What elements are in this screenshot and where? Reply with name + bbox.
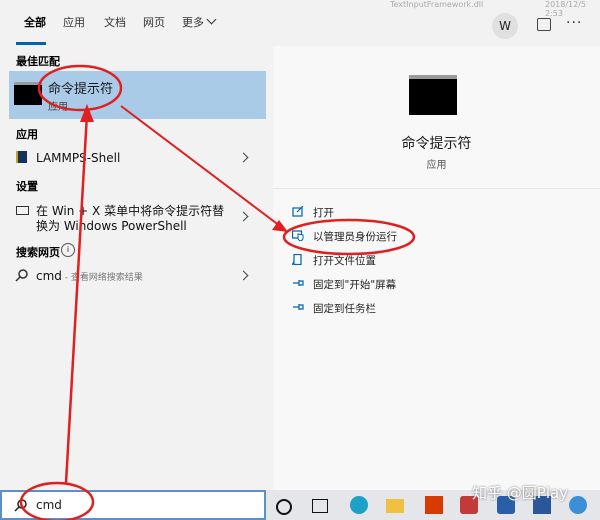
annotation-circle-search bbox=[19, 481, 95, 520]
annotation-arrow-right bbox=[120, 105, 281, 227]
annotation-arrow-up bbox=[64, 113, 89, 484]
annotation-circle-best-match bbox=[37, 64, 123, 112]
annotation-circle-run-as-admin bbox=[282, 218, 416, 256]
annotation-overlay bbox=[19, 64, 416, 520]
annotation-arrowhead-up bbox=[80, 104, 94, 122]
